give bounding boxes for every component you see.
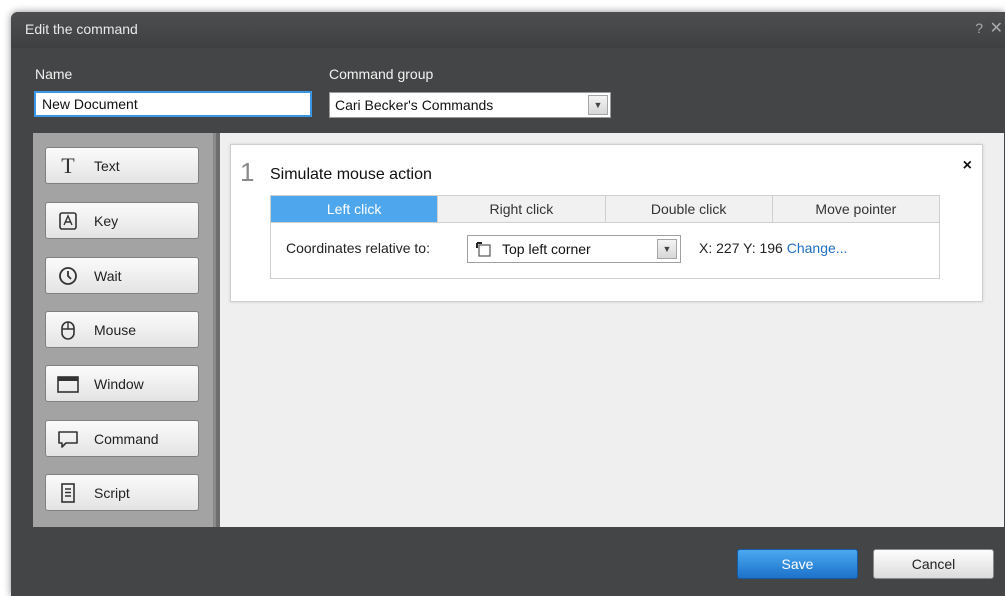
add-wait-button[interactable]: Wait — [45, 257, 199, 294]
tool-label: Window — [94, 376, 144, 392]
clock-icon — [56, 264, 80, 288]
close-dialog-button[interactable]: ✕ — [990, 18, 1003, 38]
mouse-icon — [56, 318, 80, 342]
chevron-down-icon[interactable]: ▼ — [588, 95, 608, 115]
change-coordinates-link[interactable]: Change... — [787, 240, 848, 256]
command-group-value: Cari Becker's Commands — [335, 97, 494, 113]
cancel-button[interactable]: Cancel — [873, 549, 994, 579]
tab-left-click[interactable]: Left click — [271, 196, 439, 222]
chevron-down-icon[interactable]: ▼ — [657, 239, 677, 259]
coordinates-panel: Coordinates relative to: Top left corner… — [270, 223, 940, 279]
action-toolbox: T Text Key Wait Mouse Window Command Scr… — [33, 133, 216, 527]
name-label: Name — [35, 66, 73, 82]
command-group-label: Command group — [329, 66, 434, 82]
add-mouse-button[interactable]: Mouse — [45, 311, 199, 348]
x-coordinate: X: 227 — [699, 240, 740, 256]
script-icon — [56, 481, 80, 505]
relative-to-value: Top left corner — [502, 241, 591, 257]
add-window-button[interactable]: Window — [45, 365, 199, 402]
tool-label: Text — [94, 158, 120, 174]
dialog-title: Edit the command — [25, 21, 138, 37]
text-icon: T — [61, 153, 75, 178]
speech-bubble-icon — [56, 427, 80, 451]
steps-canvas: 1 Simulate mouse action × Left click Rig… — [220, 133, 1004, 527]
coordinates-label: Coordinates relative to: — [286, 240, 430, 256]
tab-double-click[interactable]: Double click — [605, 196, 773, 222]
tool-label: Script — [94, 485, 130, 501]
tool-label: Mouse — [94, 322, 137, 338]
step-card: 1 Simulate mouse action × Left click Rig… — [230, 144, 983, 302]
corner-icon — [476, 242, 492, 258]
key-icon — [56, 209, 80, 233]
command-group-select[interactable]: Cari Becker's Commands ▼ — [329, 92, 611, 118]
add-key-button[interactable]: Key — [45, 202, 199, 239]
coordinates-readout: X: 227 Y: 196 Change... — [699, 240, 847, 256]
tool-label: Command — [94, 431, 159, 447]
y-coordinate: Y: 196 — [743, 240, 783, 256]
relative-to-select[interactable]: Top left corner ▼ — [467, 235, 681, 263]
name-input[interactable] — [34, 91, 312, 117]
tab-right-click[interactable]: Right click — [438, 196, 606, 222]
add-command-button[interactable]: Command — [45, 420, 199, 457]
tab-move-pointer[interactable]: Move pointer — [772, 196, 939, 222]
tool-label: Key — [94, 213, 119, 229]
add-script-button[interactable]: Script — [45, 474, 199, 511]
step-title: Simulate mouse action — [270, 166, 432, 183]
remove-step-button[interactable]: × — [963, 157, 972, 175]
click-type-tabs: Left click Right click Double click Move… — [270, 195, 940, 223]
tool-label: Wait — [94, 268, 122, 284]
step-number: 1 — [240, 157, 255, 187]
save-button[interactable]: Save — [737, 549, 858, 579]
command-editor: T Text Key Wait Mouse Window Command Scr… — [33, 133, 1004, 527]
window-icon — [56, 372, 80, 396]
title-bar: Edit the command ? ✕ — [11, 12, 1005, 48]
edit-command-dialog: Edit the command ? ✕ Name Command group … — [11, 12, 1005, 596]
help-button[interactable]: ? — [975, 20, 983, 36]
add-text-button[interactable]: T Text — [45, 147, 199, 184]
